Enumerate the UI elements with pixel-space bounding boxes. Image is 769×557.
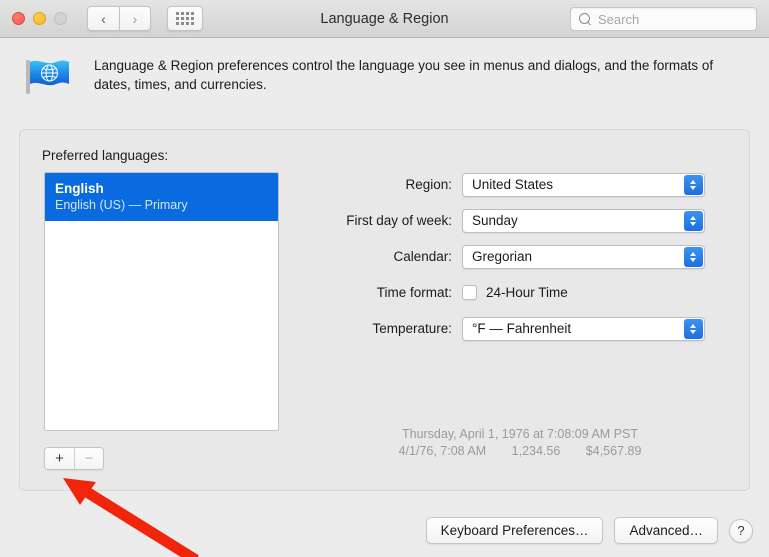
row-region: Region: United States bbox=[310, 172, 730, 197]
temperature-stepper-icon[interactable] bbox=[684, 318, 703, 339]
help-button[interactable]: ? bbox=[729, 518, 753, 543]
row-temperature: Temperature: °F — Fahrenheit bbox=[310, 316, 730, 341]
calendar-value: Gregorian bbox=[472, 249, 533, 264]
format-preview-short-date: 4/1/76, 7:08 AM bbox=[398, 444, 487, 458]
calendar-stepper-icon[interactable] bbox=[684, 246, 703, 267]
remove-language-button: − bbox=[74, 448, 103, 469]
format-preview-short-values: 4/1/76, 7:08 AM 1,234.56 $4,567.89 bbox=[310, 443, 730, 460]
advanced-button[interactable]: Advanced… bbox=[614, 517, 718, 544]
first-day-of-week-stepper-icon[interactable] bbox=[684, 210, 703, 231]
show-all-button[interactable] bbox=[167, 6, 203, 31]
footer-buttons: Keyboard Preferences… Advanced… ? bbox=[425, 517, 753, 544]
first-day-of-week-label: First day of week: bbox=[346, 213, 452, 228]
time-format-label: Time format: bbox=[376, 285, 452, 300]
preferred-languages-label: Preferred languages: bbox=[42, 148, 169, 163]
forward-button[interactable]: › bbox=[119, 6, 151, 31]
region-popup-button[interactable]: United States bbox=[462, 172, 705, 197]
row-time-format: Time format: 24-Hour Time bbox=[310, 280, 730, 305]
calendar-popup-button[interactable]: Gregorian bbox=[462, 244, 705, 269]
navigation-buttons: ‹ › bbox=[87, 6, 151, 31]
format-preview-number: 1,234.56 bbox=[511, 444, 561, 458]
language-name: English bbox=[55, 181, 104, 196]
back-button[interactable]: ‹ bbox=[87, 6, 119, 31]
header-section: Language & Region preferences control th… bbox=[0, 38, 769, 98]
region-stepper-icon[interactable] bbox=[684, 174, 703, 195]
calendar-label: Calendar: bbox=[393, 249, 452, 264]
zoom-button-icon bbox=[54, 12, 67, 25]
preferred-languages-list[interactable]: English English (US) — Primary bbox=[44, 172, 279, 431]
format-preview-long-date: Thursday, April 1, 1976 at 7:08:09 AM PS… bbox=[401, 427, 638, 441]
search-field[interactable]: Search bbox=[570, 7, 757, 31]
format-preview-currency: $4,567.89 bbox=[585, 444, 642, 458]
temperature-popup-button[interactable]: °F — Fahrenheit bbox=[462, 316, 705, 341]
header-description: Language & Region preferences control th… bbox=[94, 58, 714, 92]
language-region-flag-icon bbox=[22, 54, 74, 98]
region-label: Region: bbox=[405, 177, 452, 192]
minimize-button-icon[interactable] bbox=[33, 12, 46, 25]
search-input[interactable]: Search bbox=[598, 12, 639, 27]
title-bar: ‹ › Language & Region Search bbox=[0, 0, 769, 38]
first-day-of-week-value: Sunday bbox=[472, 213, 518, 228]
temperature-value: °F — Fahrenheit bbox=[472, 321, 572, 336]
format-preview: Thursday, April 1, 1976 at 7:08:09 AM PS… bbox=[310, 426, 730, 460]
row-first-day-of-week: First day of week: Sunday bbox=[310, 208, 730, 233]
24-hour-time-label: 24-Hour Time bbox=[486, 285, 568, 300]
chevron-right-icon: › bbox=[132, 10, 138, 27]
temperature-label: Temperature: bbox=[372, 321, 452, 336]
region-value: United States bbox=[472, 177, 554, 192]
keyboard-preferences-button[interactable]: Keyboard Preferences… bbox=[425, 517, 604, 544]
list-item[interactable]: English English (US) — Primary bbox=[45, 173, 278, 221]
search-icon bbox=[579, 12, 592, 26]
chevron-left-icon: ‹ bbox=[101, 10, 106, 27]
settings-panel: Preferred languages: English English (US… bbox=[19, 129, 750, 491]
24-hour-time-checkbox[interactable] bbox=[462, 285, 477, 300]
region-settings-form: Region: United States First day of week:… bbox=[310, 172, 730, 352]
close-button-icon[interactable] bbox=[12, 12, 25, 25]
language-detail: English (US) — Primary bbox=[55, 198, 188, 212]
row-calendar: Calendar: Gregorian bbox=[310, 244, 730, 269]
preferences-window: ‹ › Language & Region Search Language & … bbox=[0, 0, 769, 557]
first-day-of-week-popup-button[interactable]: Sunday bbox=[462, 208, 705, 233]
language-list-controls: + − bbox=[44, 447, 104, 470]
add-language-button[interactable]: + bbox=[45, 448, 74, 469]
traffic-lights bbox=[12, 12, 67, 25]
show-all-grid-icon bbox=[176, 12, 194, 25]
